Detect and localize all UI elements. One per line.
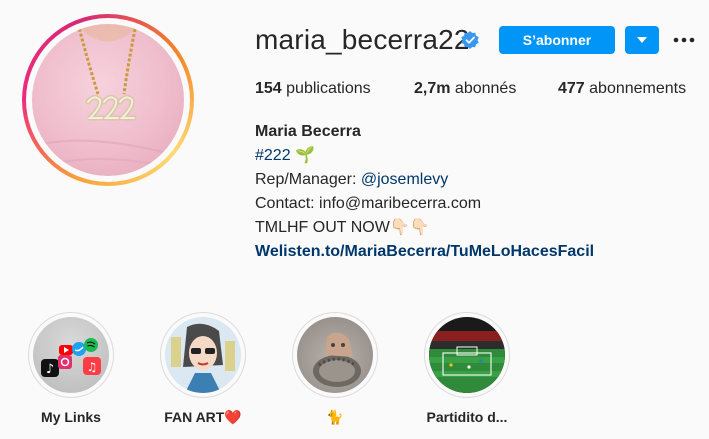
followers-label: abonnés (454, 80, 517, 97)
bio-announcement: TMLHF OUT NOW (255, 219, 390, 236)
stat-posts: 154 publications (255, 79, 371, 99)
followers-count: 2,7m (414, 80, 451, 97)
highlight-ring (160, 312, 246, 398)
bio-contact: Contact: info@maribecerra.com (255, 195, 482, 212)
svg-text:♪: ♪ (46, 362, 54, 377)
stat-followers[interactable]: 2,7m abonnés (414, 79, 516, 99)
highlight-label: Partidito d... (426, 409, 508, 425)
bio-manager-mention[interactable]: @josemlevy (361, 171, 448, 188)
chevron-down-icon (637, 37, 647, 43)
highlight-label: FAN ART❤️ (164, 409, 242, 425)
bio-manager-line: Rep/Manager: @josemlevy (255, 168, 594, 192)
profile-bio: Maria Becerra #222 🌱 Rep/Manager: @josem… (255, 120, 594, 264)
svg-text:♫: ♫ (87, 360, 98, 374)
highlight-label: My Links (41, 409, 101, 425)
bio-manager-prefix: Rep/Manager: (255, 171, 361, 188)
pointing-down-emoji: 👇🏻👇🏻 (389, 219, 430, 236)
profile-avatar[interactable] (22, 14, 194, 186)
bio-announcement-line: TMLHF OUT NOW👇🏻👇🏻 (255, 216, 594, 240)
highlight-my-links[interactable]: ♪ ♫ My Links (26, 312, 116, 426)
highlight-ring (292, 312, 378, 398)
posts-count: 154 (255, 80, 282, 97)
highlight-ring: ♪ ♫ (28, 312, 114, 398)
seedling-emoji: 🌱 (295, 147, 315, 164)
highlight-partidito[interactable]: Partidito d... (422, 312, 512, 426)
suggestions-dropdown-button[interactable] (625, 26, 659, 54)
following-count: 477 (558, 80, 585, 97)
highlight-ring (424, 312, 510, 398)
bio-hashtag-line: #222 🌱 (255, 144, 594, 168)
verified-badge-icon (461, 31, 479, 49)
bio-website-link[interactable]: Welisten.to/MariaBecerra/TuMeLoHacesFaci… (255, 240, 594, 264)
highlight-fan-art[interactable]: FAN ART❤️ (158, 312, 248, 426)
more-options-icon[interactable] (672, 32, 696, 48)
bio-full-name: Maria Becerra (255, 123, 361, 140)
highlight-cover-my-links: ♪ ♫ (33, 317, 109, 393)
stat-following[interactable]: 477 abonnements (558, 79, 686, 99)
avatar-image (32, 24, 184, 176)
highlight-cover-partidito (429, 317, 505, 393)
highlight-cat[interactable]: 🐈 (290, 312, 380, 426)
following-label: abonnements (589, 80, 687, 97)
highlight-label: 🐈 (326, 409, 344, 425)
posts-label: publications (286, 80, 371, 97)
highlight-cover-fan-art (165, 317, 241, 393)
highlight-cover-cat (297, 317, 373, 393)
bio-hashtag-link[interactable]: #222 (255, 147, 291, 164)
follow-button[interactable]: S’abonner (499, 26, 615, 54)
profile-username: maria_becerra22 (255, 24, 470, 55)
